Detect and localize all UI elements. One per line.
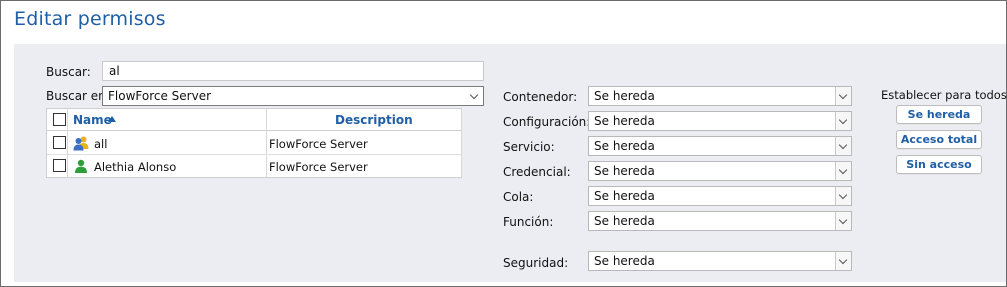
window-frame: Editar permisos Buscar: al Buscar en: Fl… — [0, 0, 1007, 287]
table-row[interactable]: all FlowForce Server — [47, 132, 461, 155]
row-checkbox[interactable] — [53, 136, 66, 149]
permission-label-credencial: Credencial: — [503, 165, 571, 179]
permission-value: Se hereda — [594, 214, 655, 228]
permission-value: Se hereda — [594, 189, 655, 203]
set-all-label: Establecer para todos: — [881, 88, 1007, 102]
chevron-down-icon — [467, 87, 483, 105]
permission-value: Se hereda — [594, 139, 655, 153]
page-title: Editar permisos — [14, 8, 166, 30]
search-label: Buscar: — [46, 65, 91, 79]
permission-select-cola[interactable]: Se hereda — [588, 186, 852, 206]
search-input-value: al — [109, 64, 120, 78]
search-input[interactable]: al — [102, 61, 484, 81]
group-icon — [73, 136, 89, 151]
chevron-down-icon — [835, 187, 851, 205]
chevron-down-icon — [835, 212, 851, 230]
table-row[interactable]: Alethia Alonso FlowForce Server — [47, 155, 461, 178]
permission-value: Se hereda — [594, 164, 655, 178]
row-name: Alethia Alonso — [94, 160, 177, 174]
sort-ascending-icon[interactable] — [108, 116, 116, 122]
chevron-down-icon — [835, 137, 851, 155]
row-description: FlowForce Server — [269, 160, 368, 174]
permission-label-configuracion: Configuración: — [503, 115, 591, 129]
row-description: FlowForce Server — [269, 137, 368, 151]
permission-label-cola: Cola: — [503, 190, 534, 204]
chevron-down-icon — [835, 112, 851, 130]
chevron-down-icon — [835, 252, 851, 270]
permission-select-servicio[interactable]: Se hereda — [588, 136, 852, 156]
chevron-down-icon — [835, 162, 851, 180]
permission-select-contenedor[interactable]: Se hereda — [588, 86, 852, 106]
permission-value: Se hereda — [594, 114, 655, 128]
table-header: Name Description — [47, 109, 461, 131]
search-scope-label: Buscar en: — [46, 89, 110, 103]
permission-label-servicio: Servicio: — [503, 140, 555, 154]
column-header-name[interactable]: Name — [73, 113, 112, 127]
row-name: all — [94, 137, 108, 151]
permission-select-funcion[interactable]: Se hereda — [588, 211, 852, 231]
user-icon — [75, 159, 87, 173]
search-scope-select[interactable]: FlowForce Server — [102, 86, 484, 106]
row-checkbox[interactable] — [53, 159, 66, 172]
permission-label-funcion: Función: — [503, 215, 554, 229]
permission-value: Se hereda — [594, 89, 655, 103]
select-all-checkbox[interactable] — [53, 113, 66, 126]
permission-label-seguridad: Seguridad: — [503, 256, 569, 270]
permission-label-contenedor: Contenedor: — [503, 90, 578, 104]
search-scope-value: FlowForce Server — [108, 89, 212, 103]
permission-select-seguridad[interactable]: Se hereda — [588, 251, 852, 271]
users-table: Name Description all FlowForce Server Al… — [46, 108, 462, 178]
set-all-full-access-button[interactable]: Acceso total — [896, 130, 982, 149]
column-header-description[interactable]: Description — [335, 113, 413, 127]
column-divider — [461, 109, 462, 177]
set-all-no-access-button[interactable]: Sin acceso — [896, 155, 982, 174]
set-all-inherit-button[interactable]: Se hereda — [896, 105, 982, 124]
permission-select-configuracion[interactable]: Se hereda — [588, 111, 852, 131]
permission-select-credencial[interactable]: Se hereda — [588, 161, 852, 181]
chevron-down-icon — [835, 87, 851, 105]
permission-value: Se hereda — [594, 254, 655, 268]
